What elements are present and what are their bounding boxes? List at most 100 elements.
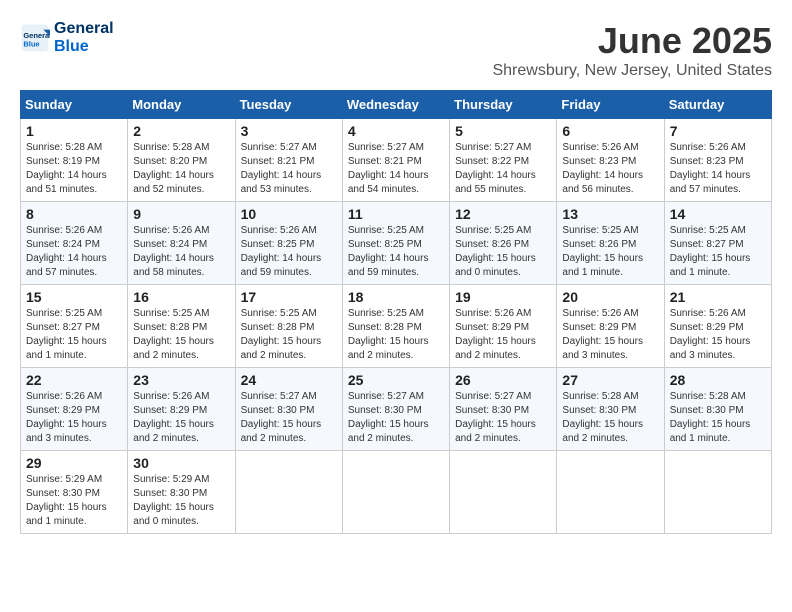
calendar-cell: 9 Sunrise: 5:26 AM Sunset: 8:24 PM Daylig… bbox=[128, 202, 235, 285]
day-info: Sunrise: 5:26 AM Sunset: 8:25 PM Dayligh… bbox=[241, 224, 337, 280]
calendar-cell bbox=[450, 451, 557, 534]
calendar-cell: 6Sunrise: 5:26 AM Sunset: 8:23 PM Daylig… bbox=[557, 119, 664, 202]
day-number: 1 bbox=[26, 123, 122, 139]
calendar-cell: 16 Sunrise: 5:25 AM Sunset: 8:28 PM Dayli… bbox=[128, 285, 235, 368]
logo-text-blue: Blue bbox=[54, 38, 114, 56]
calendar-cell: 13 Sunrise: 5:25 AM Sunset: 8:26 PM Dayli… bbox=[557, 202, 664, 285]
calendar-week-row: 15Sunrise: 5:25 AM Sunset: 8:27 PM Dayli… bbox=[21, 285, 772, 368]
calendar-cell: 26 Sunrise: 5:27 AM Sunset: 8:30 PM Dayli… bbox=[450, 368, 557, 451]
day-number: 24 bbox=[241, 372, 337, 388]
weekday-header-tuesday: Tuesday bbox=[235, 91, 342, 119]
calendar-cell: 12Sunrise: 5:25 AM Sunset: 8:26 PM Dayli… bbox=[450, 202, 557, 285]
calendar-cell: 8 Sunrise: 5:26 AM Sunset: 8:24 PM Daylig… bbox=[21, 202, 128, 285]
day-info: Sunrise: 5:28 AM Sunset: 8:19 PM Dayligh… bbox=[26, 141, 122, 197]
title-block: June 2025 Shrewsbury, New Jersey, United… bbox=[492, 20, 772, 80]
day-number: 27 bbox=[562, 372, 658, 388]
day-number: 20 bbox=[562, 289, 658, 305]
day-info: Sunrise: 5:26 AM Sunset: 8:29 PM Dayligh… bbox=[133, 390, 229, 446]
day-number: 4 bbox=[348, 123, 444, 139]
calendar-cell: 7 Sunrise: 5:26 AM Sunset: 8:23 PM Daylig… bbox=[664, 119, 771, 202]
day-number: 3 bbox=[241, 123, 337, 139]
svg-text:Blue: Blue bbox=[23, 39, 39, 48]
day-number: 2 bbox=[133, 123, 229, 139]
day-info: Sunrise: 5:25 AM Sunset: 8:26 PM Dayligh… bbox=[562, 224, 658, 280]
day-number: 23 bbox=[133, 372, 229, 388]
day-info: Sunrise: 5:27 AM Sunset: 8:21 PM Dayligh… bbox=[241, 141, 337, 197]
day-number: 17 bbox=[241, 289, 337, 305]
calendar-cell: 1 Sunrise: 5:28 AM Sunset: 8:19 PM Daylig… bbox=[21, 119, 128, 202]
day-number: 29 bbox=[26, 455, 122, 471]
calendar-cell: 22 Sunrise: 5:26 AM Sunset: 8:29 PM Dayli… bbox=[21, 368, 128, 451]
day-info: Sunrise: 5:25 AM Sunset: 8:27 PM Dayligh… bbox=[670, 224, 766, 280]
day-info: Sunrise: 5:26 AM Sunset: 8:29 PM Dayligh… bbox=[455, 307, 551, 363]
day-info: Sunrise: 5:26 AM Sunset: 8:23 PM Dayligh… bbox=[670, 141, 766, 197]
calendar-cell: 11Sunrise: 5:25 AM Sunset: 8:25 PM Dayli… bbox=[342, 202, 449, 285]
weekday-header-friday: Friday bbox=[557, 91, 664, 119]
weekday-header-monday: Monday bbox=[128, 91, 235, 119]
calendar-cell: 14 Sunrise: 5:25 AM Sunset: 8:27 PM Dayli… bbox=[664, 202, 771, 285]
day-number: 10 bbox=[241, 206, 337, 222]
calendar-cell bbox=[342, 451, 449, 534]
day-number: 22 bbox=[26, 372, 122, 388]
day-number: 13 bbox=[562, 206, 658, 222]
calendar-cell: 10 Sunrise: 5:26 AM Sunset: 8:25 PM Dayli… bbox=[235, 202, 342, 285]
day-number: 7 bbox=[670, 123, 766, 139]
calendar-table: SundayMondayTuesdayWednesdayThursdayFrid… bbox=[20, 90, 772, 534]
day-info: Sunrise: 5:26 AM Sunset: 8:24 PM Dayligh… bbox=[133, 224, 229, 280]
day-info: Sunrise: 5:27 AM Sunset: 8:30 PM Dayligh… bbox=[455, 390, 551, 446]
weekday-header-saturday: Saturday bbox=[664, 91, 771, 119]
weekday-header-row: SundayMondayTuesdayWednesdayThursdayFrid… bbox=[21, 91, 772, 119]
day-number: 9 bbox=[133, 206, 229, 222]
day-info: Sunrise: 5:25 AM Sunset: 8:26 PM Dayligh… bbox=[455, 224, 551, 280]
day-number: 30 bbox=[133, 455, 229, 471]
calendar-cell: 2Sunrise: 5:28 AM Sunset: 8:20 PM Daylig… bbox=[128, 119, 235, 202]
day-info: Sunrise: 5:27 AM Sunset: 8:22 PM Dayligh… bbox=[455, 141, 551, 197]
calendar-cell: 3 Sunrise: 5:27 AM Sunset: 8:21 PM Daylig… bbox=[235, 119, 342, 202]
day-number: 28 bbox=[670, 372, 766, 388]
day-info: Sunrise: 5:27 AM Sunset: 8:21 PM Dayligh… bbox=[348, 141, 444, 197]
day-number: 5 bbox=[455, 123, 551, 139]
day-info: Sunrise: 5:26 AM Sunset: 8:24 PM Dayligh… bbox=[26, 224, 122, 280]
calendar-cell: 27 Sunrise: 5:28 AM Sunset: 8:30 PM Dayli… bbox=[557, 368, 664, 451]
day-info: Sunrise: 5:26 AM Sunset: 8:23 PM Dayligh… bbox=[562, 141, 658, 197]
calendar-week-row: 29 Sunrise: 5:29 AM Sunset: 8:30 PM Dayli… bbox=[21, 451, 772, 534]
calendar-cell: 20 Sunrise: 5:26 AM Sunset: 8:29 PM Dayli… bbox=[557, 285, 664, 368]
day-number: 11 bbox=[348, 206, 444, 222]
logo-icon: General Blue bbox=[20, 23, 50, 53]
logo-text-general: General bbox=[54, 20, 114, 38]
calendar-cell: 21Sunrise: 5:26 AM Sunset: 8:29 PM Dayli… bbox=[664, 285, 771, 368]
logo: General Blue General Blue bbox=[20, 20, 114, 56]
weekday-header-sunday: Sunday bbox=[21, 91, 128, 119]
calendar-cell: 25 Sunrise: 5:27 AM Sunset: 8:30 PM Dayli… bbox=[342, 368, 449, 451]
day-info: Sunrise: 5:26 AM Sunset: 8:29 PM Dayligh… bbox=[26, 390, 122, 446]
day-number: 19 bbox=[455, 289, 551, 305]
day-info: Sunrise: 5:27 AM Sunset: 8:30 PM Dayligh… bbox=[348, 390, 444, 446]
calendar-cell: 15Sunrise: 5:25 AM Sunset: 8:27 PM Dayli… bbox=[21, 285, 128, 368]
calendar-cell: 23 Sunrise: 5:26 AM Sunset: 8:29 PM Dayli… bbox=[128, 368, 235, 451]
weekday-header-wednesday: Wednesday bbox=[342, 91, 449, 119]
calendar-week-row: 22 Sunrise: 5:26 AM Sunset: 8:29 PM Dayli… bbox=[21, 368, 772, 451]
day-number: 18 bbox=[348, 289, 444, 305]
calendar-cell: 5 Sunrise: 5:27 AM Sunset: 8:22 PM Daylig… bbox=[450, 119, 557, 202]
weekday-header-thursday: Thursday bbox=[450, 91, 557, 119]
day-info: Sunrise: 5:27 AM Sunset: 8:30 PM Dayligh… bbox=[241, 390, 337, 446]
day-info: Sunrise: 5:25 AM Sunset: 8:28 PM Dayligh… bbox=[133, 307, 229, 363]
calendar-cell: 29 Sunrise: 5:29 AM Sunset: 8:30 PM Dayli… bbox=[21, 451, 128, 534]
calendar-cell: 18Sunrise: 5:25 AM Sunset: 8:28 PM Dayli… bbox=[342, 285, 449, 368]
calendar-cell: 30 Sunrise: 5:29 AM Sunset: 8:30 PM Dayli… bbox=[128, 451, 235, 534]
day-number: 26 bbox=[455, 372, 551, 388]
day-number: 25 bbox=[348, 372, 444, 388]
day-number: 16 bbox=[133, 289, 229, 305]
day-number: 8 bbox=[26, 206, 122, 222]
day-info: Sunrise: 5:29 AM Sunset: 8:30 PM Dayligh… bbox=[133, 473, 229, 529]
calendar-cell bbox=[235, 451, 342, 534]
day-number: 14 bbox=[670, 206, 766, 222]
day-info: Sunrise: 5:29 AM Sunset: 8:30 PM Dayligh… bbox=[26, 473, 122, 529]
calendar-week-row: 8 Sunrise: 5:26 AM Sunset: 8:24 PM Daylig… bbox=[21, 202, 772, 285]
day-info: Sunrise: 5:26 AM Sunset: 8:29 PM Dayligh… bbox=[562, 307, 658, 363]
calendar-cell: 17Sunrise: 5:25 AM Sunset: 8:28 PM Dayli… bbox=[235, 285, 342, 368]
calendar-cell: 28Sunrise: 5:28 AM Sunset: 8:30 PM Dayli… bbox=[664, 368, 771, 451]
calendar-cell: 24 Sunrise: 5:27 AM Sunset: 8:30 PM Dayli… bbox=[235, 368, 342, 451]
day-info: Sunrise: 5:25 AM Sunset: 8:27 PM Dayligh… bbox=[26, 307, 122, 363]
day-info: Sunrise: 5:28 AM Sunset: 8:30 PM Dayligh… bbox=[562, 390, 658, 446]
